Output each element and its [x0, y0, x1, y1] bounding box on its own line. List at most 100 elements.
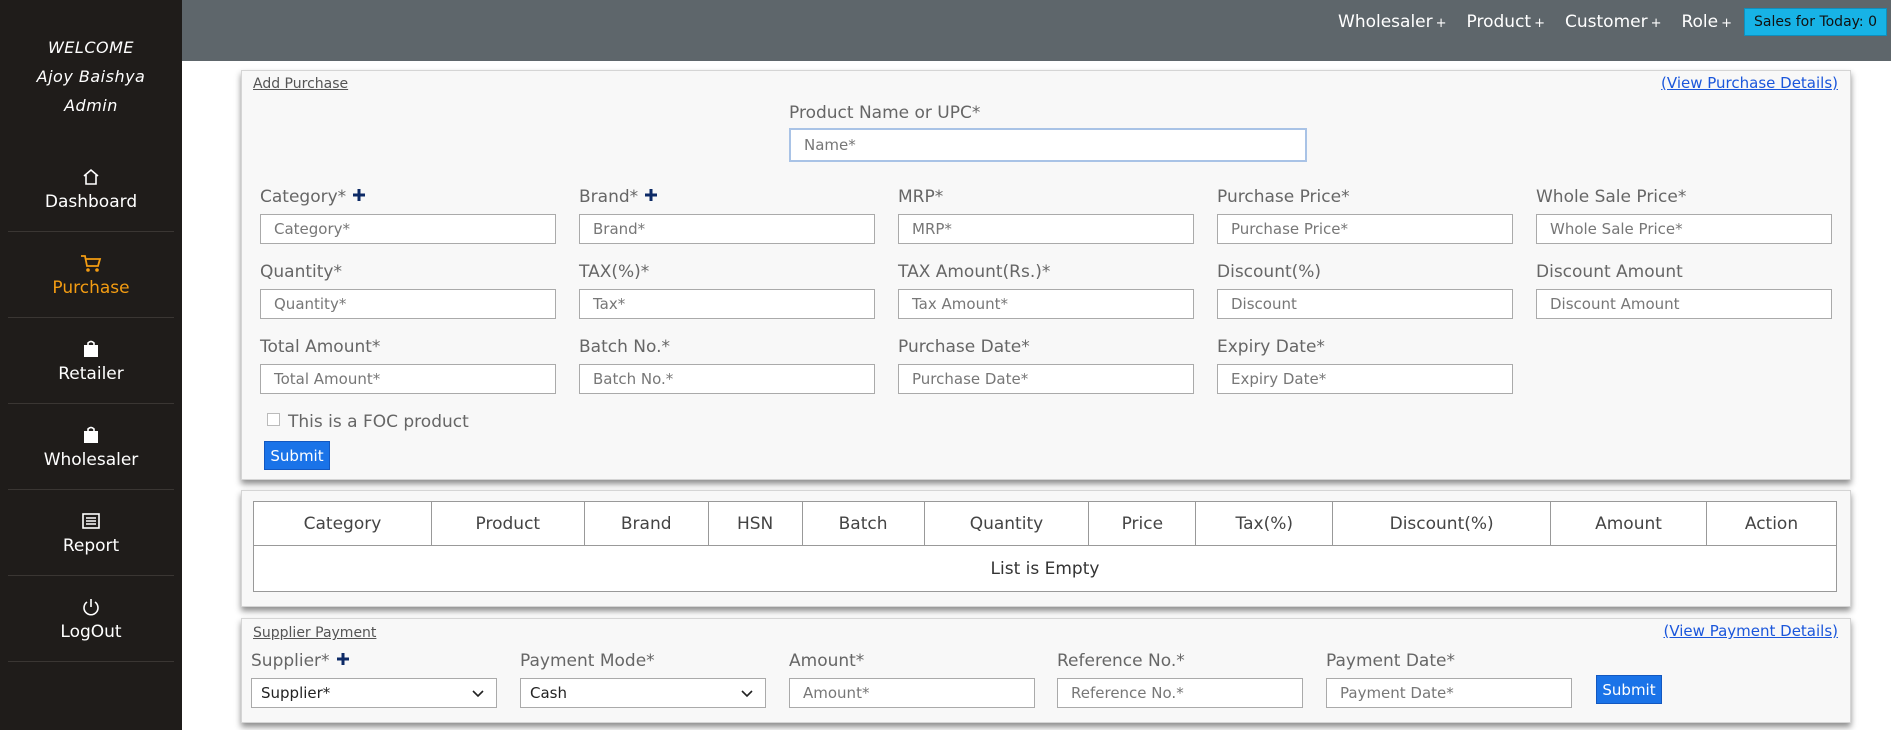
tax-percent-field: TAX(%)* Tax* [579, 261, 875, 319]
column-header: Product [430, 501, 585, 546]
batch-no-field: Batch No.* Batch No.* [579, 336, 875, 394]
sales-today-badge: Sales for Today: 0 [1744, 8, 1887, 36]
chevron-down-icon [472, 684, 484, 702]
payment-mode-select[interactable]: Cash [520, 678, 766, 708]
tax-percent-input[interactable]: Tax* [579, 289, 875, 319]
purchase-price-field: Purchase Price* Purchase Price* [1217, 186, 1513, 244]
sidebar: WELCOME Ajoy Baishya Admin Dashboard Pur… [0, 0, 182, 730]
field-label: Brand* [579, 187, 639, 207]
purchase-list-card: Category Product Brand HSN Batch Quantit… [241, 490, 1851, 607]
cart-icon [80, 252, 102, 274]
supplier-field: Supplier* Supplier* [251, 650, 497, 708]
mrp-input[interactable]: MRP* [898, 214, 1194, 244]
sidebar-item-label: Retailer [58, 363, 124, 384]
view-payment-details-link[interactable]: (View Payment Details) [1663, 622, 1838, 640]
menu-label: Wholesaler [1338, 12, 1433, 32]
menu-label: Product [1466, 12, 1532, 32]
quantity-input[interactable]: Quantity* [260, 289, 556, 319]
payment-date-input[interactable]: Payment Date* [1326, 678, 1572, 708]
plus-icon: + [1650, 16, 1662, 31]
batch-no-input[interactable]: Batch No.* [579, 364, 875, 394]
column-header: Batch [801, 501, 925, 546]
select-value: Cash [530, 684, 567, 702]
purchase-date-field: Purchase Date* Purchase Date* [898, 336, 1194, 394]
field-label: Reference No.* [1057, 651, 1185, 671]
sidebar-item-label: LogOut [60, 621, 122, 642]
menu-customer[interactable]: Customer + [1565, 12, 1661, 32]
field-label: TAX Amount(Rs.)* [898, 262, 1051, 282]
reference-no-field: Reference No.* Reference No.* [1057, 650, 1303, 708]
sidebar-item-wholesaler[interactable]: Wholesaler [8, 404, 174, 490]
menu-label: Customer [1565, 12, 1648, 32]
payment-amount-input[interactable]: Amount* [789, 678, 1035, 708]
chevron-down-icon [741, 684, 753, 702]
field-label: Purchase Date* [898, 337, 1030, 357]
add-brand-icon[interactable] [644, 187, 658, 207]
plus-icon: + [1534, 16, 1545, 31]
menu-label: Role [1681, 12, 1719, 32]
field-label: Whole Sale Price* [1536, 187, 1687, 207]
sidebar-item-label: Report [62, 535, 120, 556]
menu-product[interactable]: Product + [1467, 12, 1545, 32]
sidebar-item-logout[interactable]: LogOut [8, 576, 174, 662]
brand-input[interactable]: Brand* [579, 214, 875, 244]
discount-amount-input[interactable]: Discount Amount [1536, 289, 1832, 319]
total-amount-input[interactable]: Total Amount* [260, 364, 556, 394]
add-purchase-title: Add Purchase [253, 76, 349, 92]
add-supplier-icon[interactable] [336, 651, 350, 671]
column-header: Amount [1550, 501, 1707, 546]
sidebar-item-purchase[interactable]: Purchase [8, 232, 174, 318]
wholesale-price-input[interactable]: Whole Sale Price* [1536, 214, 1832, 244]
view-purchase-details-link[interactable]: (View Purchase Details) [1661, 74, 1838, 92]
reference-no-input[interactable]: Reference No.* [1057, 678, 1303, 708]
column-header: Tax(%) [1195, 501, 1334, 546]
product-name-field: Product Name or UPC* Name* [789, 102, 1307, 162]
welcome-block: WELCOME Ajoy Baishya Admin [0, 0, 182, 120]
quantity-field: Quantity* Quantity* [260, 261, 556, 319]
field-label: TAX(%)* [579, 262, 650, 282]
menu-wholesaler[interactable]: Wholesaler + [1338, 12, 1447, 32]
payment-mode-field: Payment Mode* Cash [520, 650, 766, 708]
field-label: Expiry Date* [1217, 337, 1325, 357]
tax-amount-input[interactable]: Tax Amount* [898, 289, 1194, 319]
column-header: Category [253, 501, 432, 546]
sidebar-item-label: Dashboard [44, 191, 138, 212]
category-field: Category* Category* [260, 186, 556, 244]
add-purchase-card: Add Purchase (View Purchase Details) Pro… [241, 70, 1851, 480]
field-label: Total Amount* [260, 337, 381, 357]
sidebar-item-retailer[interactable]: Retailer [8, 318, 174, 404]
bag-icon [81, 338, 101, 360]
category-input[interactable]: Category* [260, 214, 556, 244]
sidebar-item-label: Purchase [52, 277, 130, 298]
foc-checkbox[interactable] [267, 413, 280, 426]
sidebar-item-dashboard[interactable]: Dashboard [8, 146, 174, 232]
column-header: HSN [707, 501, 803, 546]
field-label: Supplier* [251, 651, 330, 671]
purchase-submit-button[interactable]: Submit [264, 441, 330, 470]
discount-percent-input[interactable]: Discount [1217, 289, 1513, 319]
empty-list-message: List is Empty [253, 545, 1837, 592]
sidebar-item-report[interactable]: Report [8, 490, 174, 576]
table-header-row: Category Product Brand HSN Batch Quantit… [253, 501, 1838, 546]
payment-submit-button[interactable]: Submit [1596, 675, 1662, 704]
plus-icon: + [1435, 16, 1447, 31]
table-row: List is Empty [253, 545, 1837, 592]
expiry-date-input[interactable]: Expiry Date* [1217, 364, 1513, 394]
user-name: Ajoy Baishya [36, 67, 146, 86]
discount-amount-field: Discount Amount Discount Amount [1536, 261, 1832, 319]
menu-role[interactable]: Role + [1681, 12, 1732, 32]
product-name-input[interactable]: Name* [789, 128, 1307, 162]
column-header: Price [1088, 501, 1197, 546]
field-label: Quantity* [260, 262, 342, 282]
add-category-icon[interactable] [352, 187, 366, 207]
supplier-select[interactable]: Supplier* [251, 678, 497, 708]
supplier-payment-title: Supplier Payment [253, 625, 377, 641]
field-label: Discount(%) [1217, 262, 1322, 282]
purchase-price-input[interactable]: Purchase Price* [1217, 214, 1513, 244]
supplier-payment-card: Supplier Payment (View Payment Details) … [241, 618, 1851, 723]
user-role: Admin [64, 96, 118, 115]
field-label: Purchase Price* [1217, 187, 1350, 207]
purchase-date-input[interactable]: Purchase Date* [898, 364, 1194, 394]
total-amount-field: Total Amount* Total Amount* [260, 336, 556, 394]
field-label: Payment Mode* [520, 651, 655, 671]
